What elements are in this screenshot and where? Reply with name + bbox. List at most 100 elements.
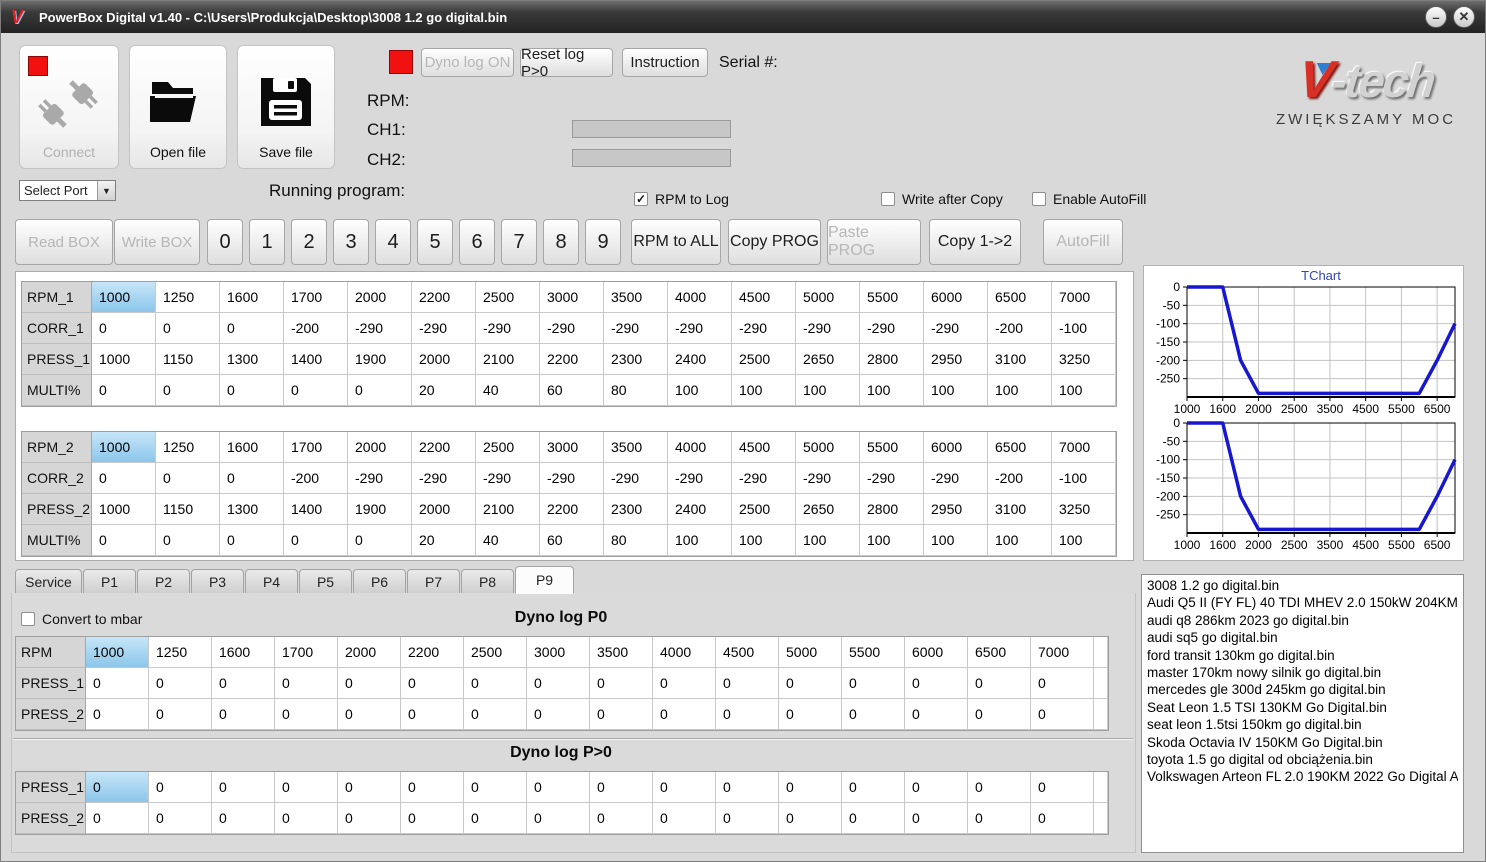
table-cell[interactable]: 2650	[796, 344, 860, 375]
file-list-item[interactable]: audi sq5 go digital.bin	[1147, 629, 1458, 646]
table-cell[interactable]: 0	[284, 375, 348, 406]
paste-prog-button[interactable]: Paste PROG	[827, 219, 921, 265]
table-cell[interactable]: 0	[401, 803, 464, 834]
table-cell[interactable]: 2200	[401, 637, 464, 668]
table-cell[interactable]: 0	[590, 803, 653, 834]
table-cell[interactable]: 4000	[653, 637, 716, 668]
table-cell[interactable]: 0	[220, 463, 284, 494]
table-cell[interactable]: 1600	[220, 432, 284, 463]
table-cell[interactable]: 4500	[716, 637, 779, 668]
read-box-button[interactable]: Read BOX	[15, 219, 113, 265]
table-cell[interactable]: 0	[149, 803, 212, 834]
table-cell[interactable]: 6000	[924, 432, 988, 463]
program-number-button-5[interactable]: 5	[417, 219, 453, 265]
table-cell[interactable]: 2500	[476, 282, 540, 313]
table-cell[interactable]: 0	[779, 803, 842, 834]
table-cell[interactable]: 2000	[412, 494, 476, 525]
table-cell[interactable]: 0	[275, 699, 338, 730]
table-cell[interactable]: 2100	[476, 494, 540, 525]
table-cell[interactable]: -100	[1052, 463, 1116, 494]
table-cell[interactable]: 0	[338, 803, 401, 834]
table-cell[interactable]: 3500	[604, 432, 668, 463]
table-cell[interactable]: 5500	[842, 637, 905, 668]
select-port-dropdown[interactable]: Select Port ▼	[19, 180, 116, 201]
table-cell[interactable]: 7000	[1052, 432, 1116, 463]
table-cell[interactable]: 0	[275, 772, 338, 803]
table-cell[interactable]: 0	[156, 463, 220, 494]
table-cell[interactable]: 1000	[92, 494, 156, 525]
tab-p3[interactable]: P3	[191, 569, 244, 594]
table-cell[interactable]: 0	[968, 699, 1031, 730]
dyno-log-on-button[interactable]: Dyno log ON	[421, 48, 514, 77]
table-cell[interactable]: 4500	[732, 432, 796, 463]
table-cell[interactable]: 2500	[732, 494, 796, 525]
table-cell[interactable]: 1900	[348, 344, 412, 375]
table-cell[interactable]: 0	[212, 772, 275, 803]
table-cell[interactable]: -290	[540, 463, 604, 494]
table-cell[interactable]: 0	[212, 668, 275, 699]
file-list-item[interactable]: toyota 1.5 go digital od obciążenia.bin	[1147, 751, 1458, 768]
table-cell[interactable]: 0	[527, 668, 590, 699]
table-cell[interactable]: 2300	[604, 344, 668, 375]
table-cell[interactable]: 0	[842, 772, 905, 803]
table-cell[interactable]: 60	[540, 525, 604, 556]
table-cell[interactable]: -200	[988, 313, 1052, 344]
copy-1-to-2-button[interactable]: Copy 1->2	[929, 219, 1021, 265]
table-cell[interactable]: 2500	[476, 432, 540, 463]
table-cell[interactable]: 0	[156, 525, 220, 556]
table-cell[interactable]: 0	[653, 803, 716, 834]
table-cell[interactable]: 20	[412, 375, 476, 406]
table-cell[interactable]: -290	[604, 313, 668, 344]
table-cell[interactable]: 2000	[412, 344, 476, 375]
table-cell[interactable]: 1700	[284, 432, 348, 463]
tab-service[interactable]: Service	[15, 569, 82, 594]
table-cell[interactable]: 5500	[860, 432, 924, 463]
table-cell[interactable]: 1250	[156, 432, 220, 463]
table-cell[interactable]: 100	[796, 525, 860, 556]
table-cell[interactable]: -200	[988, 463, 1052, 494]
table-cell[interactable]: 0	[968, 772, 1031, 803]
table-cell[interactable]: 0	[464, 668, 527, 699]
table-cell[interactable]: 0	[338, 772, 401, 803]
table-cell[interactable]: -290	[476, 463, 540, 494]
table-cell[interactable]: 0	[653, 699, 716, 730]
table-cell[interactable]: 0	[149, 699, 212, 730]
table-cell[interactable]: 100	[988, 525, 1052, 556]
tab-p5[interactable]: P5	[299, 569, 352, 594]
file-list-item[interactable]: mercedes gle 300d 245km go digital.bin	[1147, 681, 1458, 698]
table-cell[interactable]: 0	[348, 375, 412, 406]
table-cell[interactable]: 100	[1052, 375, 1116, 406]
table-cell[interactable]: 1900	[348, 494, 412, 525]
table-cell[interactable]: 100	[668, 375, 732, 406]
table-cell[interactable]: 40	[476, 525, 540, 556]
table-cell[interactable]: 0	[590, 772, 653, 803]
table-cell[interactable]: 0	[348, 525, 412, 556]
table-cell[interactable]: 0	[779, 699, 842, 730]
table-cell[interactable]: -290	[348, 313, 412, 344]
table-cell[interactable]: 0	[842, 803, 905, 834]
file-list-item[interactable]: master 170km nowy silnik go digital.bin	[1147, 664, 1458, 681]
table-cell[interactable]: 1250	[149, 637, 212, 668]
table-cell[interactable]: 0	[905, 699, 968, 730]
table-cell[interactable]: 0	[149, 668, 212, 699]
table-cell[interactable]: 0	[527, 772, 590, 803]
table-cell[interactable]: 5000	[796, 282, 860, 313]
table-cell[interactable]: 3000	[540, 282, 604, 313]
table-cell[interactable]: -290	[860, 313, 924, 344]
table-cell[interactable]: 4000	[668, 432, 732, 463]
table-cell[interactable]: 1000	[92, 432, 156, 463]
table-cell[interactable]: 100	[732, 525, 796, 556]
table-cell[interactable]: 1150	[156, 494, 220, 525]
table-cell[interactable]: 1000	[92, 344, 156, 375]
open-file-button[interactable]: Open file	[129, 45, 227, 169]
table-cell[interactable]: 3100	[988, 344, 1052, 375]
table-cell[interactable]: 0	[464, 699, 527, 730]
table-cell[interactable]: -290	[796, 313, 860, 344]
table-cell[interactable]: 100	[860, 525, 924, 556]
table-cell[interactable]: 0	[284, 525, 348, 556]
table-cell[interactable]: 2500	[732, 344, 796, 375]
table-cell[interactable]: 2200	[412, 432, 476, 463]
table-cell[interactable]: 0	[401, 668, 464, 699]
minimize-button[interactable]: –	[1425, 6, 1447, 28]
file-list-item[interactable]: Audi Q5 II (FY FL) 40 TDI MHEV 2.0 150kW…	[1147, 594, 1458, 611]
